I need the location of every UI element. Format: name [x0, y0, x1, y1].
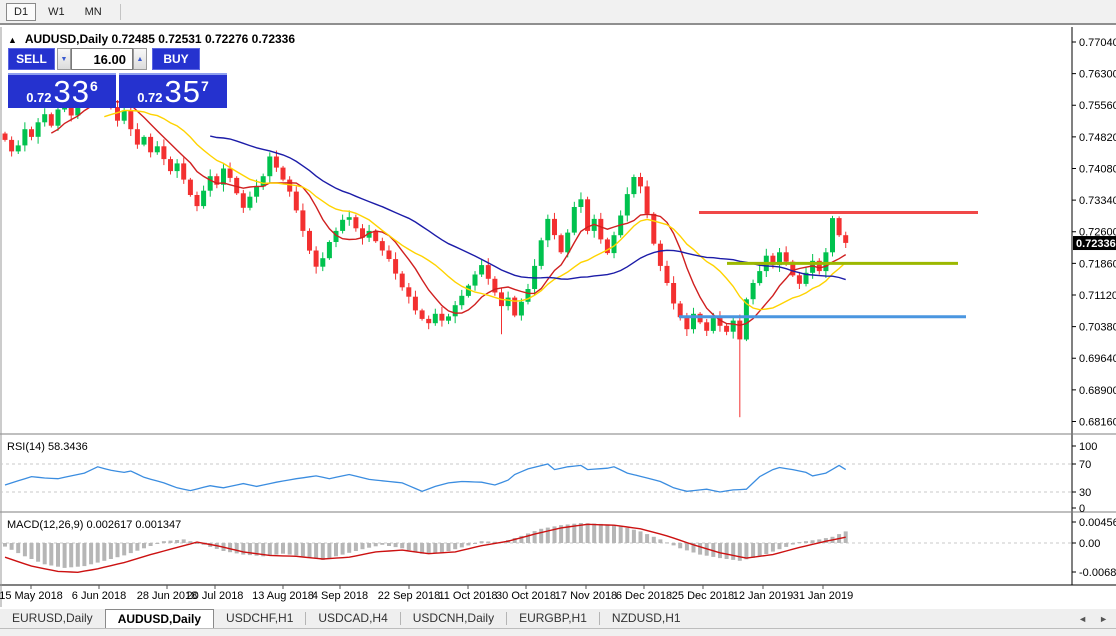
sell-button[interactable]: SELL	[8, 48, 55, 70]
chart-tab-eurusd[interactable]: EURUSD,Daily	[0, 609, 105, 628]
date-axis-label: 12 Jan 2019	[733, 590, 794, 602]
macd-axis-label: 0.004561	[1079, 517, 1116, 529]
price-axis-label: 0.69640	[1079, 353, 1116, 365]
date-axis-label: 30 Oct 2018	[496, 590, 556, 602]
date-axis-label: 11 Oct 2018	[438, 590, 497, 602]
toolbar-separator	[120, 4, 121, 20]
price-axis-label: 0.76300	[1079, 69, 1116, 81]
buy-price-box[interactable]: 0.72 35 7	[119, 73, 227, 108]
rsi-axis-label: 30	[1079, 487, 1091, 499]
timeframe-button-mn[interactable]: MN	[77, 3, 110, 21]
bottom-strip	[0, 628, 1116, 636]
chart-tab-bar: EURUSD,DailyAUDUSD,DailyUSDCHF,H1USDCAD,…	[0, 608, 1116, 628]
sell-price-big: 33	[54, 78, 90, 105]
price-axis-label: 0.74080	[1079, 163, 1116, 175]
date-axis-label: 4 Sep 2018	[312, 590, 368, 602]
volume-decrease-button[interactable]: ▼	[57, 48, 71, 70]
current-price-label: 0.72336	[1076, 238, 1116, 250]
date-axis-label: 31 Jan 2019	[793, 590, 854, 602]
macd-axis-label: 0.00	[1079, 538, 1100, 550]
date-axis-label: 13 Aug 2018	[252, 590, 314, 602]
sell-price-box[interactable]: 0.72 33 6	[8, 73, 116, 108]
date-axis-label: 22 Sep 2018	[378, 590, 440, 602]
price-axis-label: 0.68900	[1079, 385, 1116, 397]
timeframe-button-w1[interactable]: W1	[40, 3, 73, 21]
mt4-window: 0.77040 0.76300 0.75560 0.74820 0.74080 0.733…	[0, 0, 1116, 636]
price-axis-label: 0.77040	[1079, 37, 1116, 49]
tab-scroll-left-icon[interactable]: ◄	[1078, 614, 1087, 624]
timeframe-toolbar: D1W1MN	[0, 0, 1116, 25]
volume-increase-button[interactable]: ▲	[133, 48, 147, 70]
price-axis-label: 0.71120	[1079, 290, 1116, 302]
rsi-axis-label: 0	[1079, 503, 1085, 515]
buy-price-pip: 7	[201, 81, 209, 91]
date-axis-label: 25 Dec 2018	[672, 590, 734, 602]
chart-tab-eurgbp[interactable]: EURGBP,H1	[507, 609, 599, 628]
price-axis-label: 0.68160	[1079, 416, 1116, 428]
price-axis-label: 0.70380	[1079, 322, 1116, 334]
date-axis-label: 6 Dec 2018	[616, 590, 672, 602]
price-axis-label: 0.74820	[1079, 132, 1116, 144]
macd-axis-label: -0.006819	[1079, 567, 1116, 579]
chart-symbol-header: ▲ AUDUSD,Daily 0.72485 0.72531 0.72276 0…	[8, 32, 295, 46]
chart-tab-audusd[interactable]: AUDUSD,Daily	[105, 609, 214, 628]
date-axis-label: 15 May 2018	[0, 590, 63, 602]
price-axis-label: 0.73340	[1079, 195, 1116, 207]
date-axis-label: 6 Jun 2018	[72, 590, 126, 602]
chart-tab-usdcad[interactable]: USDCAD,H4	[306, 609, 399, 628]
spin-up-icon: ▲	[137, 56, 144, 63]
tab-scroll-right-icon[interactable]: ►	[1099, 614, 1108, 624]
rsi-axis-label: 100	[1079, 441, 1097, 453]
one-click-trading-panel: SELL ▼ 16.00 ▲ BUY 0.72 33 6 0.72 35 7	[8, 48, 227, 108]
volume-input[interactable]: 16.00	[71, 48, 133, 70]
chart-tab-usdchf[interactable]: USDCHF,H1	[214, 609, 305, 628]
sell-price-pip: 6	[90, 81, 98, 91]
spin-down-icon: ▼	[61, 56, 68, 63]
rsi-axis-label: 70	[1079, 459, 1091, 471]
chart-tab-nzdusd[interactable]: NZDUSD,H1	[600, 609, 693, 628]
date-axis-label: 17 Nov 2018	[555, 590, 617, 602]
collapse-panel-icon[interactable]: ▲	[8, 35, 17, 45]
date-axis-label: 20 Jul 2018	[187, 590, 244, 602]
rsi-indicator-label: RSI(14) 58.3436	[7, 441, 88, 453]
sell-price-base: 0.72	[26, 91, 51, 105]
buy-button[interactable]: BUY	[152, 48, 200, 70]
buy-price-base: 0.72	[137, 91, 162, 105]
price-axis-label: 0.75560	[1079, 100, 1116, 112]
chart-tab-usdcnh[interactable]: USDCNH,Daily	[401, 609, 506, 628]
timeframe-button-d1[interactable]: D1	[6, 3, 36, 21]
ohlc-values: 0.72485 0.72531 0.72276 0.72336	[112, 32, 296, 46]
macd-indicator-label: MACD(12,26,9) 0.002617 0.001347	[7, 519, 181, 531]
symbol-name: AUDUSD,Daily	[25, 32, 108, 46]
price-axis-label: 0.71860	[1079, 258, 1116, 270]
buy-price-big: 35	[165, 78, 201, 105]
